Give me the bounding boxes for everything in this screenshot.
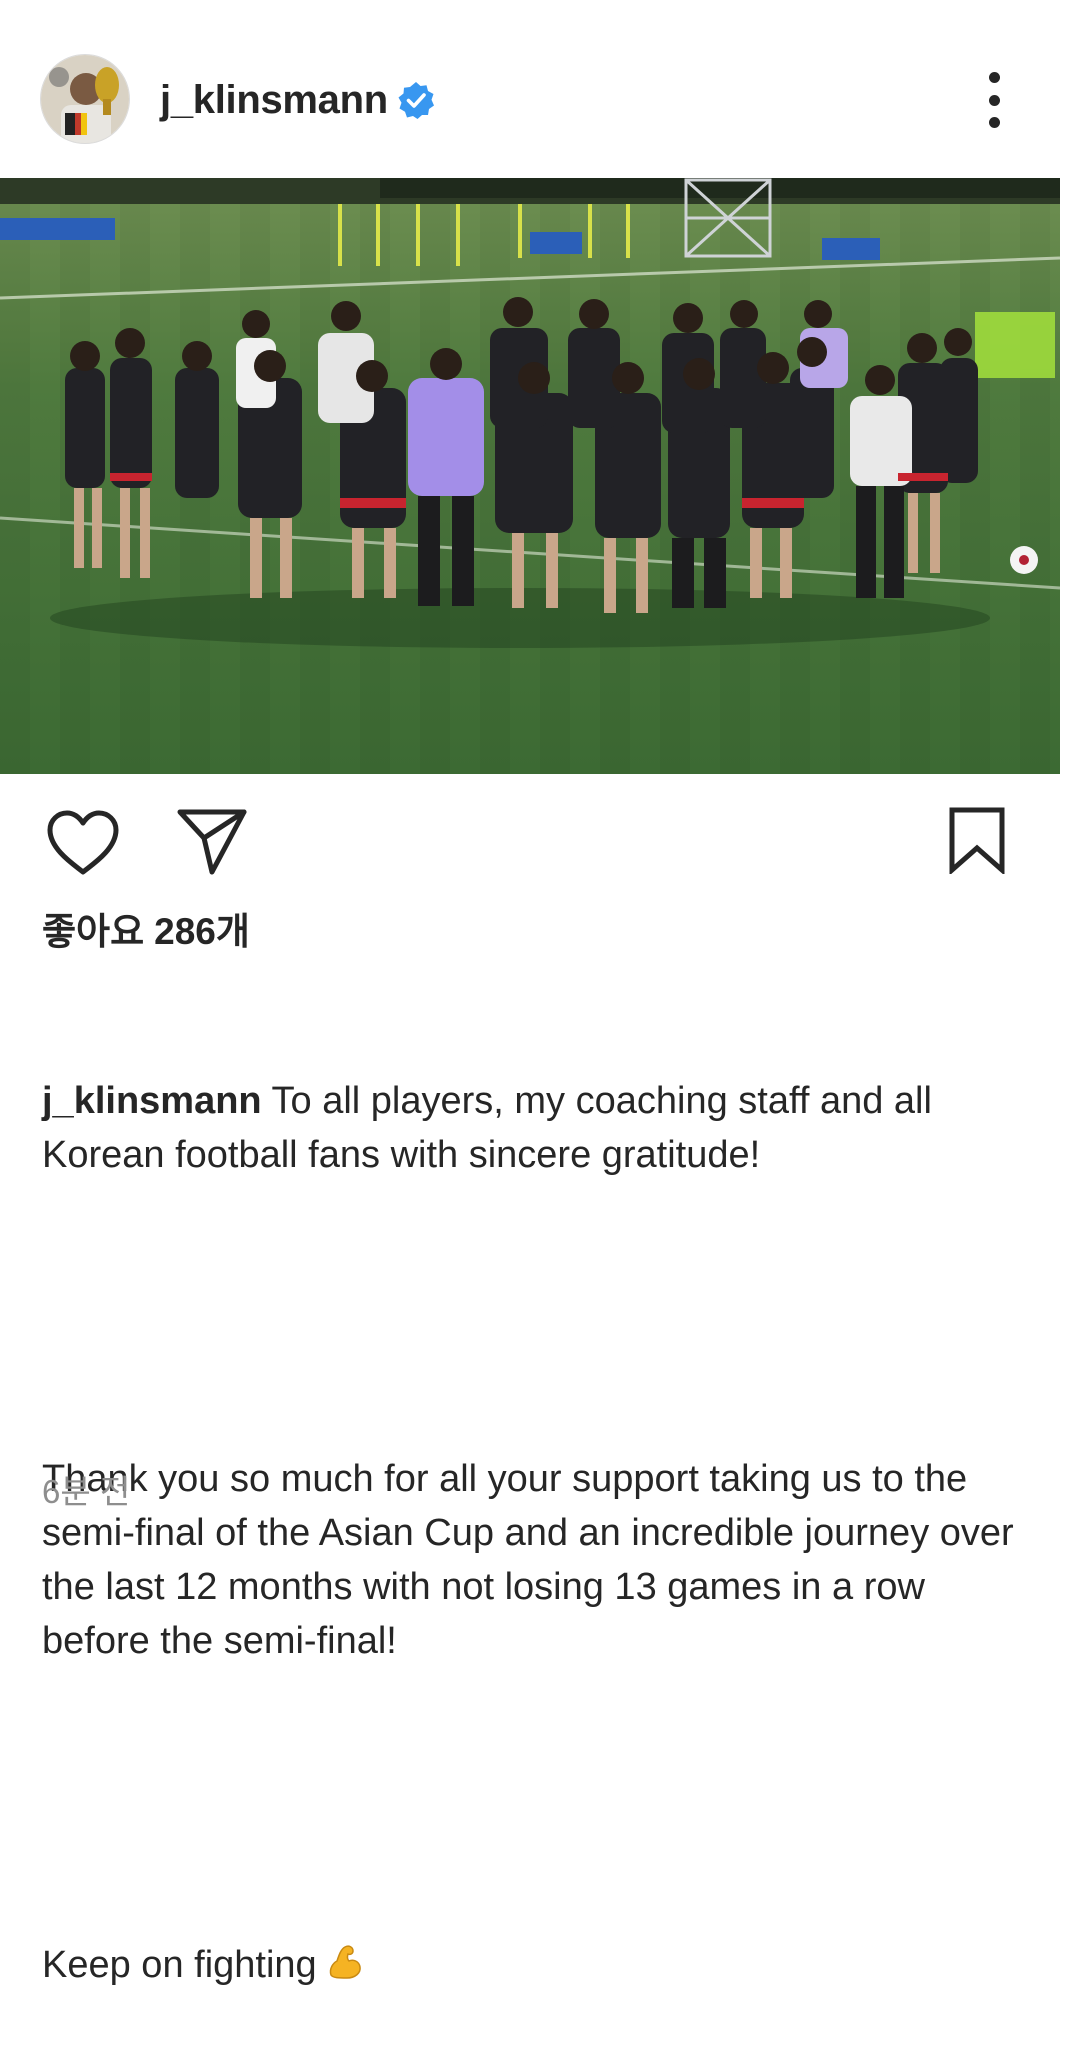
share-button[interactable] — [176, 808, 248, 876]
more-options-button[interactable] — [970, 72, 1018, 128]
likes-count[interactable]: 좋아요 286개 — [42, 908, 250, 956]
post-photo[interactable] — [0, 178, 1060, 774]
caption-second-paragraph: Thank you so much for all your support t… — [42, 1458, 1025, 1662]
flexed-biceps-icon — [323, 1941, 365, 1983]
likes-number: 286개 — [154, 911, 250, 952]
profile-photo — [41, 55, 129, 143]
post-timestamp: 6분 전 — [42, 1473, 131, 1510]
avatar[interactable] — [40, 54, 130, 144]
caption: j_klinsmann To all players, my coaching … — [42, 966, 1022, 2046]
more-vertical-icon — [988, 72, 1000, 83]
post-header: j_klinsmann — [0, 0, 1080, 178]
save-button[interactable] — [946, 806, 1008, 876]
team-huddle-photo — [0, 178, 1060, 774]
heart-icon — [47, 810, 119, 875]
send-icon — [177, 809, 247, 875]
verified-badge-icon — [396, 80, 436, 120]
post-actions — [0, 774, 1080, 904]
caption-username[interactable]: j_klinsmann — [42, 1080, 262, 1122]
likes-label: 좋아요 — [42, 911, 145, 952]
caption-third-paragraph: Keep on fighting — [42, 1938, 1022, 1992]
caption-first-paragraph: j_klinsmann To all players, my coaching … — [42, 1074, 1022, 1182]
caption-line3: Keep on fighting — [42, 1944, 317, 1986]
like-button[interactable] — [46, 810, 120, 876]
bookmark-icon — [949, 807, 1005, 876]
username[interactable]: j_klinsmann — [160, 74, 388, 126]
